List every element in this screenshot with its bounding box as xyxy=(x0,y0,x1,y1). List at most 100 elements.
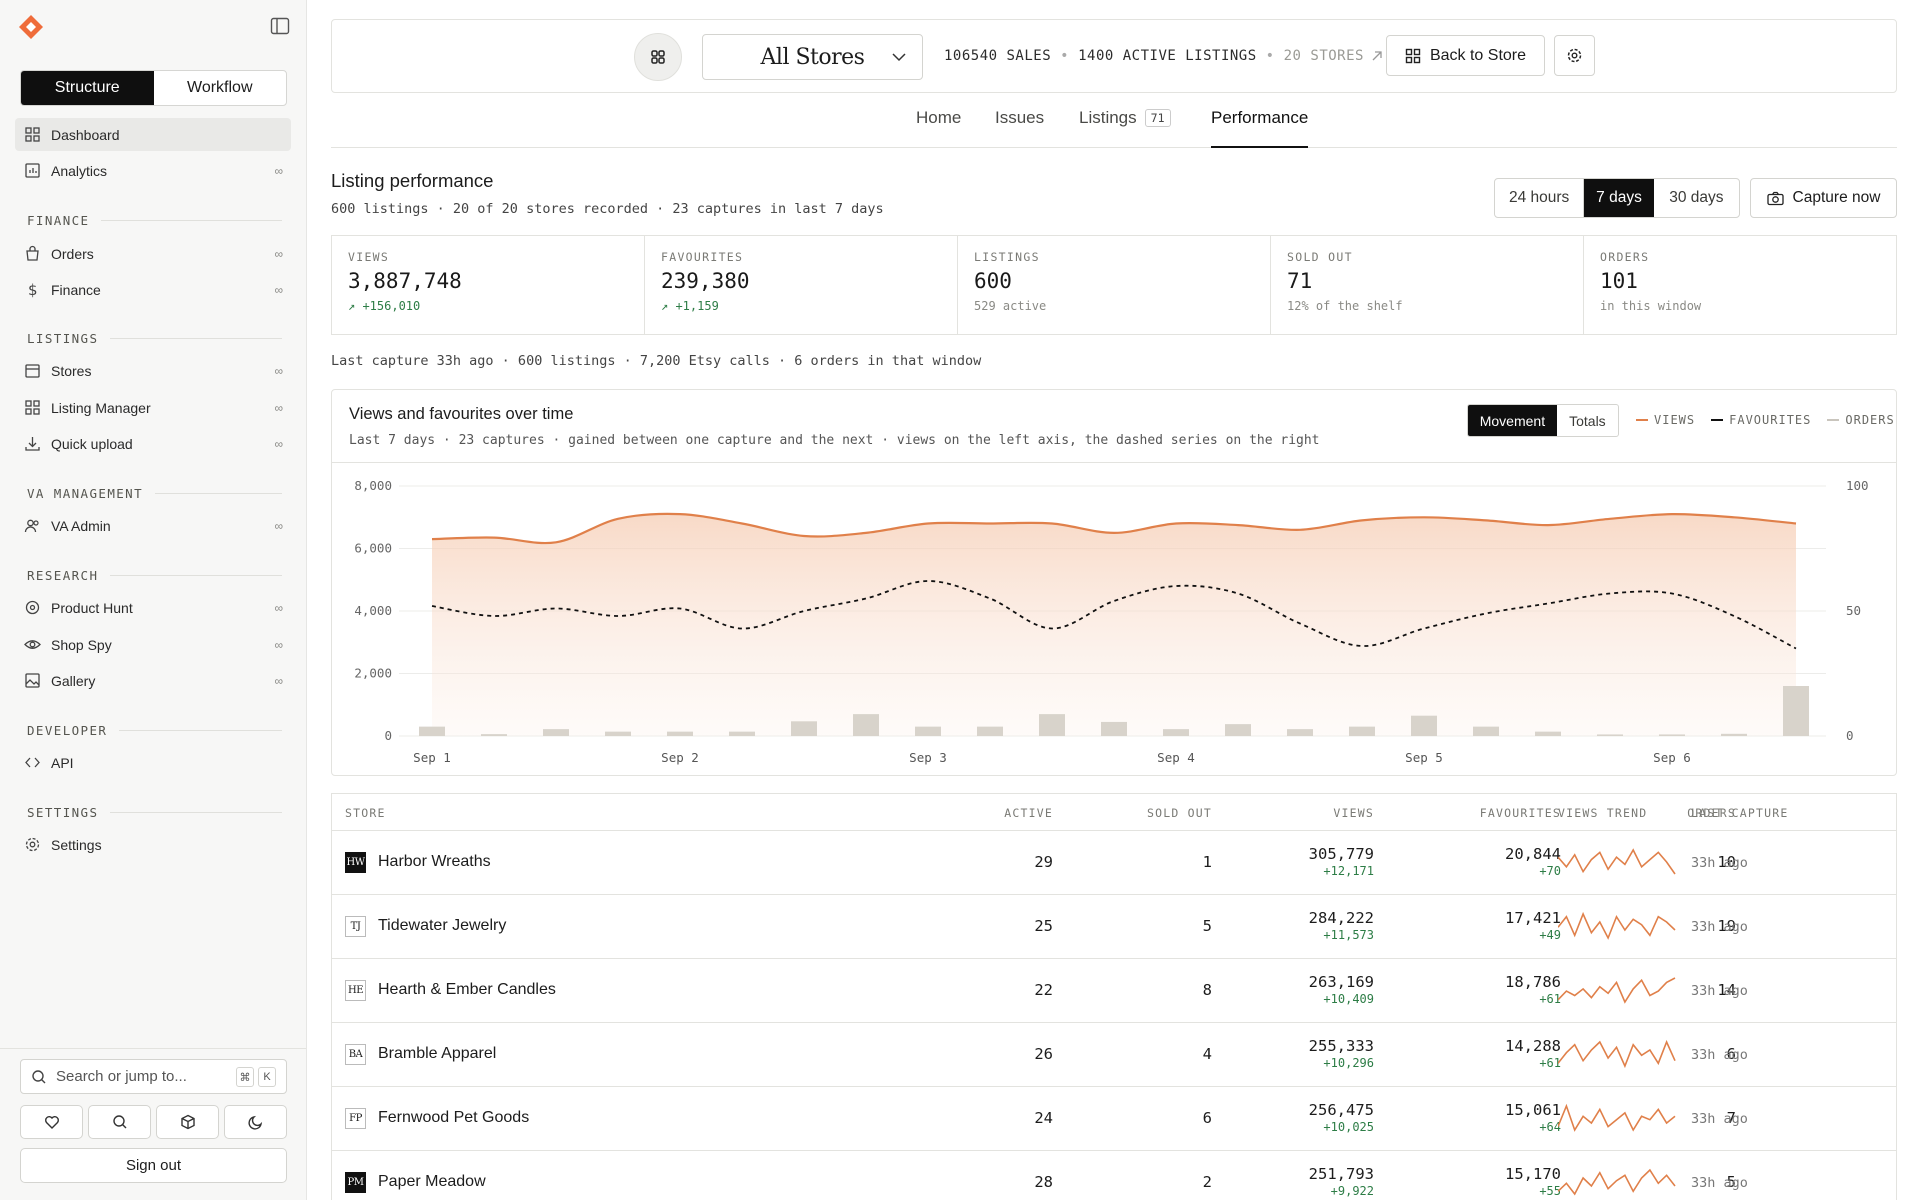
favorites-button[interactable] xyxy=(20,1105,83,1139)
x-tick-label: Sep 2 xyxy=(661,750,699,765)
legend-label: VIEWS xyxy=(1654,413,1696,427)
sidebar-item-quick-upload[interactable]: Quick upload ∞ xyxy=(15,427,291,460)
table-row[interactable]: HW Harbor Wreaths 29 1 305,779 +12,171 20,844 +… xyxy=(332,831,1896,895)
table-row[interactable]: HE Hearth & Ember Candles 22 8 263,169 +10,40… xyxy=(332,959,1896,1023)
segment-workflow[interactable]: Workflow xyxy=(154,71,287,105)
store-name[interactable]: Tidewater Jewelry xyxy=(378,917,506,935)
time-range-selector: 24 hours 7 days 30 days xyxy=(1494,178,1740,218)
sidebar-item-label: Product Hunt xyxy=(51,599,133,616)
sidebar-item-api[interactable]: API xyxy=(15,746,291,779)
store-name[interactable]: Paper Meadow xyxy=(378,1173,486,1191)
dark-mode-button[interactable] xyxy=(224,1105,287,1139)
top-bar: All Stores 106540 SALES • 1400 ACTIVE LI… xyxy=(331,19,1897,93)
table-row[interactable]: PM Paper Meadow 28 2 251,793 +9,922 15,170 +55 5… xyxy=(332,1151,1896,1200)
legend-swatch xyxy=(1827,419,1840,421)
segment-structure[interactable]: Structure xyxy=(21,71,154,105)
apps-button[interactable] xyxy=(634,33,682,81)
views-value: 251,793 xyxy=(1308,1165,1374,1183)
table-row[interactable]: FP Fernwood Pet Goods 24 6 256,475 +10,025 15,… xyxy=(332,1087,1896,1151)
sparkline-line xyxy=(1558,1103,1676,1132)
sidebar-item-shop-spy[interactable]: Shop Spy ∞ xyxy=(15,628,291,661)
views-area xyxy=(432,513,1796,736)
settings-button[interactable] xyxy=(1554,35,1595,76)
sidebar-item-label: Settings xyxy=(51,836,102,853)
kpi-value: 600 xyxy=(974,269,1012,293)
tab-home[interactable]: Home xyxy=(916,108,961,148)
search-input[interactable]: Search or jump to... ⌘ K xyxy=(20,1059,287,1094)
last-capture-summary: Last capture 33h ago · 600 listings · 7,… xyxy=(331,353,982,369)
sidebar-item-badge: ∞ xyxy=(274,400,283,415)
store-name[interactable]: Harbor Wreaths xyxy=(378,853,491,871)
sidebar-item-orders[interactable]: Orders ∞ xyxy=(15,237,291,270)
store-logo: FP xyxy=(345,1108,366,1129)
store-name[interactable]: Hearth & Ember Candles xyxy=(378,981,556,999)
sidebar-toggle-icon[interactable] xyxy=(270,17,290,35)
sign-out-button[interactable]: Sign out xyxy=(20,1148,287,1183)
sidebar-item-dashboard[interactable]: Dashboard xyxy=(15,118,291,151)
table-row[interactable]: TJ Tidewater Jewelry 25 5 284,222 +11,573 17,4… xyxy=(332,895,1896,959)
range-30-days[interactable]: 30 days xyxy=(1654,179,1739,217)
mode-movement[interactable]: Movement xyxy=(1468,405,1557,436)
store-name[interactable]: Bramble Apparel xyxy=(378,1045,496,1063)
packages-button[interactable] xyxy=(156,1105,219,1139)
sidebar-item-va-admin[interactable]: VA Admin ∞ xyxy=(15,509,291,542)
sidebar-item-listing-manager[interactable]: Listing Manager ∞ xyxy=(15,391,291,424)
legend-label: FAVOURITES xyxy=(1729,413,1812,427)
store-selector-value: All Stores xyxy=(760,44,865,70)
capture-now-button[interactable]: Capture now xyxy=(1750,178,1897,218)
stat-stores-link[interactable]: 20 STORES xyxy=(1284,48,1364,64)
col-last-capture[interactable]: LAST CAPTURE xyxy=(1691,806,1788,820)
sidebar-item-analytics[interactable]: Analytics ∞ xyxy=(15,154,291,187)
range-7-days[interactable]: 7 days xyxy=(1584,179,1654,217)
sidebar-item-product-hunt[interactable]: Product Hunt ∞ xyxy=(15,591,291,624)
mode-totals[interactable]: Totals xyxy=(1557,405,1618,436)
tab-label: Performance xyxy=(1211,108,1309,127)
cell-last-capture: 33h ago xyxy=(1691,1111,1748,1127)
views-delta: +12,171 xyxy=(1323,864,1374,878)
x-tick-label: Sep 1 xyxy=(413,750,451,765)
sidebar-item-badge: ∞ xyxy=(274,600,283,615)
tab-performance[interactable]: Performance xyxy=(1211,108,1309,148)
sidebar-item-label: VA Admin xyxy=(51,517,111,534)
sidebar-item-settings[interactable]: Settings xyxy=(15,828,291,861)
sidebar-item-gallery[interactable]: Gallery ∞ xyxy=(15,664,291,697)
search-button[interactable] xyxy=(88,1105,151,1139)
range-24-hours[interactable]: 24 hours xyxy=(1495,179,1585,217)
cell-active: 26 xyxy=(1034,1045,1053,1063)
store-logo: HW xyxy=(345,852,366,873)
search-icon xyxy=(32,1069,46,1083)
col-views[interactable]: VIEWS xyxy=(1172,806,1374,820)
orders-bar xyxy=(1039,714,1065,736)
table-row[interactable]: BA Bramble Apparel 26 4 255,333 +10,296 14,288… xyxy=(332,1023,1896,1087)
section-title: FINANCE xyxy=(27,213,90,228)
section-va-management: VA MANAGEMENT xyxy=(27,486,282,501)
sidebar-item-stores[interactable]: Stores ∞ xyxy=(15,354,291,387)
col-store[interactable]: STORE xyxy=(345,806,386,820)
orders-bar xyxy=(1721,733,1747,736)
image-icon xyxy=(25,673,40,688)
section-subtitle: 600 listings · 20 of 20 stores recorded … xyxy=(331,201,884,217)
store-name[interactable]: Fernwood Pet Goods xyxy=(378,1109,529,1127)
orders-bar xyxy=(1163,729,1189,736)
orders-bar xyxy=(1473,726,1499,736)
app-logo-icon[interactable] xyxy=(18,14,44,40)
cell-views: 255,333 +10,296 xyxy=(1232,1037,1374,1070)
orders-bar xyxy=(1783,686,1809,736)
section-listings: LISTINGS xyxy=(27,331,282,346)
kpi-label: VIEWS xyxy=(348,250,390,264)
section-title: SETTINGS xyxy=(27,805,99,820)
orders-bar xyxy=(543,729,569,736)
cell-favourites: 18,786 +61 xyxy=(1412,973,1561,1006)
sparkline-line xyxy=(1558,848,1676,875)
back-to-store-button[interactable]: Back to Store xyxy=(1386,35,1545,76)
tab-issues[interactable]: Issues xyxy=(995,108,1044,148)
orders-bar xyxy=(791,721,817,736)
sidebar-item-finance[interactable]: $ Finance ∞ xyxy=(15,273,291,306)
store-selector[interactable]: All Stores xyxy=(702,34,923,80)
sidebar-item-badge: ∞ xyxy=(274,673,283,688)
tab-listings[interactable]: Listings 71 xyxy=(1079,108,1171,148)
kpi-value: 239,380 xyxy=(661,269,750,293)
orders-bar xyxy=(1597,734,1623,736)
bag-icon xyxy=(26,245,39,261)
stat-sales: 106540 SALES xyxy=(944,48,1052,64)
